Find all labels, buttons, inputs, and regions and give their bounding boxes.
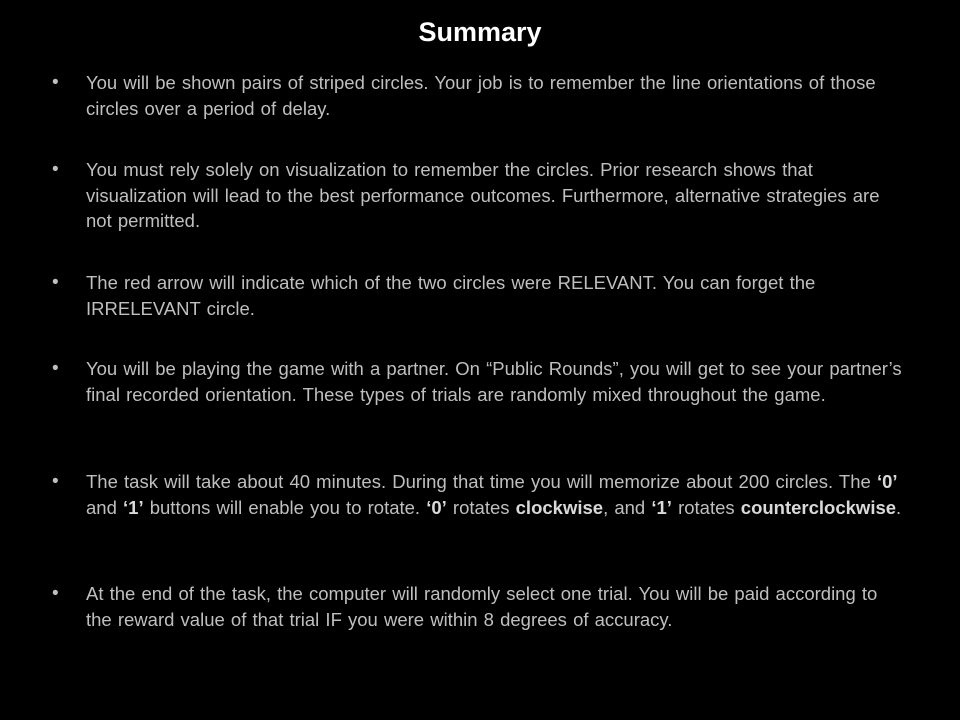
text-segment: , and	[603, 496, 652, 518]
bullet-text: The red arrow will indicate which of the…	[86, 270, 906, 321]
text-segment: rotates	[446, 496, 516, 518]
text-segment: You must rely solely on visualization to…	[86, 159, 880, 231]
bullet-text: You must rely solely on visualization to…	[86, 157, 906, 234]
bullet-dot-icon: •	[52, 159, 59, 180]
text-segment: buttons will enable you to rotate.	[143, 496, 427, 518]
text-segment: You will be playing the game with a part…	[86, 358, 902, 405]
bold-text-segment: ‘1’	[123, 496, 144, 518]
bold-text-segment: counterclockwise	[740, 496, 897, 518]
bold-text-segment: clockwise	[515, 496, 604, 518]
bold-text-segment: ‘0’	[426, 496, 447, 518]
text-segment: and	[86, 496, 124, 518]
text-segment: The red arrow will indicate which of the…	[86, 272, 816, 319]
text-segment: At the end of the task, the computer wil…	[86, 583, 878, 630]
bullet-dot-icon: •	[52, 272, 59, 293]
bullet-dot-icon: •	[52, 583, 59, 604]
text-segment: rotates	[671, 496, 741, 518]
text-segment: The task will take about 40 minutes. Dur…	[86, 471, 877, 492]
bold-text-segment: ‘0’	[876, 471, 898, 492]
bullet-dot-icon: •	[52, 471, 59, 492]
slide-title: Summary	[418, 17, 542, 47]
presentation-slide: Summary • You will be shown pairs of str…	[0, 0, 960, 720]
bullet-text: The task will take about 40 minutes. Dur…	[86, 469, 906, 520]
bullet-text: At the end of the task, the computer wil…	[86, 581, 906, 632]
bullet-text: You will be shown pairs of striped circl…	[86, 70, 906, 121]
bullet-text: You will be playing the game with a part…	[86, 356, 906, 407]
bullet-dot-icon: •	[52, 358, 59, 379]
bold-text-segment: ‘1’	[651, 496, 672, 518]
bullet-dot-icon: •	[52, 72, 59, 93]
text-segment: .	[896, 496, 902, 518]
text-segment: You will be shown pairs of striped circl…	[86, 72, 876, 119]
